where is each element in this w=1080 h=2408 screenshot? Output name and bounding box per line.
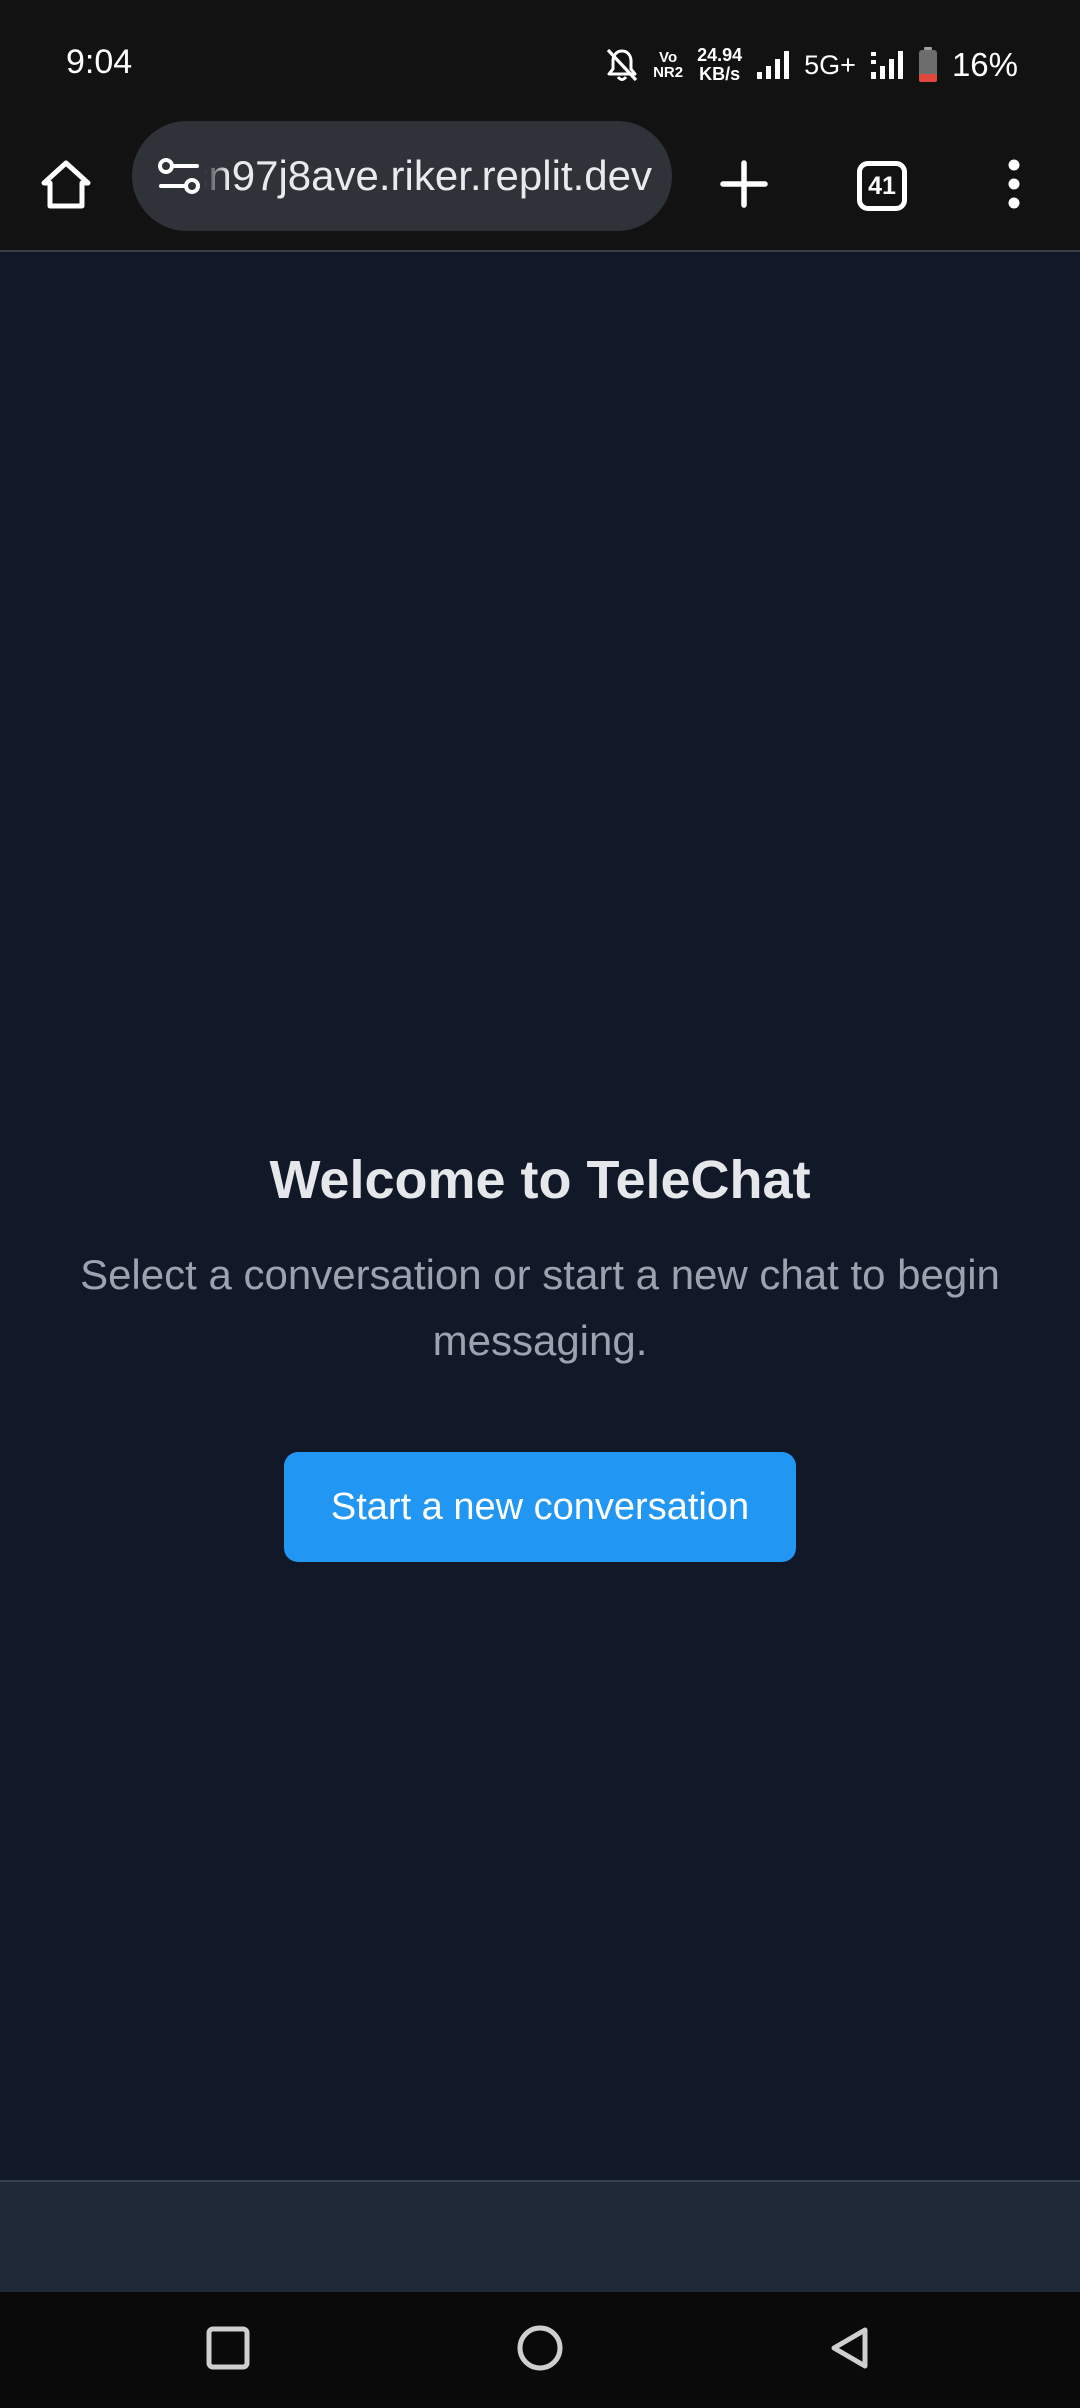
plus-icon [719,159,769,214]
network-speed-value: 24.94 [697,45,743,65]
more-menu-button[interactable] [970,142,1058,230]
url-bar[interactable]: ahsn97j8ave.riker.replit.dev [132,121,672,231]
battery-low-icon [918,47,938,83]
network-speed: 24.94 KB/s [697,46,742,84]
page-title: Welcome to TeleChat [269,1150,811,1210]
tab-switcher-icon: 41 [857,161,907,211]
more-vert-icon [1004,159,1024,214]
status-time: 9:04 [66,43,133,81]
network-type: 5G+ [804,50,856,80]
battery-percent: 16% [951,46,1018,83]
tune-icon[interactable] [154,151,204,201]
tab-count: 41 [868,171,896,200]
url-text[interactable]: ahsn97j8ave.riker.replit.dev [204,152,672,200]
network-speed-unit: KB/s [699,64,741,84]
home-icon [38,156,94,217]
system-nav-bar [0,2292,1080,2408]
recents-button[interactable] [188,2310,268,2390]
welcome-subtitle: Select a conversation or start a new cha… [80,1251,1000,1364]
signal-icon [870,50,904,80]
volte-indicator: Vo NR2 [653,50,683,80]
status-icons: Vo NR2 24.94 KB/s 5G+ 16% [605,38,1018,92]
volte-top-label: Vo [659,49,678,66]
system-home-button[interactable] [500,2310,580,2390]
status-bar: 9:04 Vo NR2 24.94 KB/s 5G+ 16% [0,0,1080,120]
back-button[interactable] [810,2310,890,2390]
recents-icon [205,2325,251,2376]
new-tab-button[interactable] [700,142,788,230]
start-new-conversation-button[interactable]: Start a new conversation [284,1452,796,1562]
home-circle-icon [515,2323,565,2378]
tab-switcher-button[interactable]: 41 [838,142,926,230]
signal-icon [756,50,790,80]
volte-bottom-label: NR2 [653,64,684,81]
home-button[interactable] [22,142,110,230]
back-icon [827,2325,873,2376]
welcome-panel: Welcome to TeleChat Select a conversatio… [0,1144,1080,1562]
notifications-off-icon [605,47,639,83]
page-footer [0,2180,1080,2292]
web-page: Welcome to TeleChat Select a conversatio… [0,254,1080,2180]
